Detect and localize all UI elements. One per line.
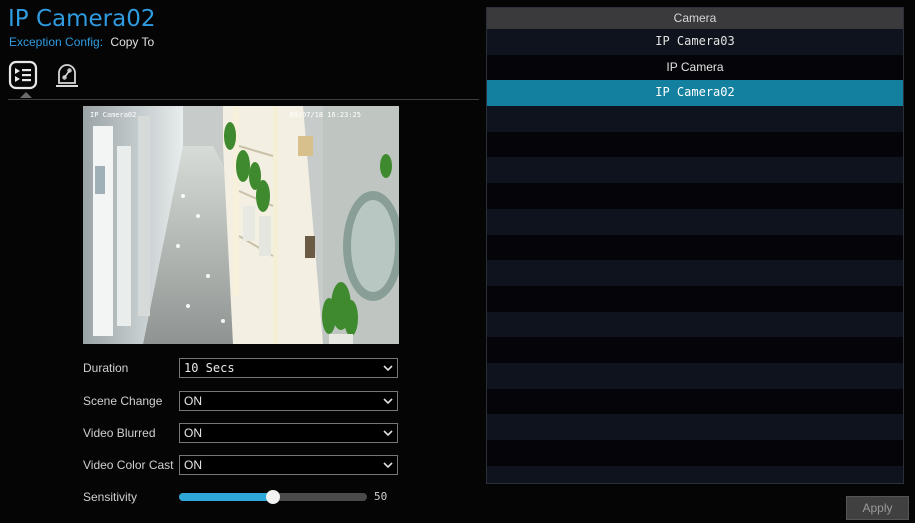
empty-row xyxy=(487,312,903,338)
empty-row xyxy=(487,183,903,209)
empty-row xyxy=(487,131,903,158)
scene-change-row: Scene Change ON xyxy=(83,391,398,411)
tab-divider xyxy=(8,99,479,100)
video-color-cast-label: Video Color Cast xyxy=(83,458,174,472)
video-blurred-row: Video Blurred ON xyxy=(83,423,398,443)
duration-select[interactable]: 10 Secs xyxy=(179,358,398,378)
empty-row xyxy=(487,234,903,261)
empty-row xyxy=(487,285,903,312)
camera-list-item-selected[interactable]: IP Camera02 xyxy=(487,80,903,107)
duration-row: Duration 10 Secs xyxy=(83,358,398,378)
chevron-down-icon xyxy=(383,365,393,371)
video-blurred-label: Video Blurred xyxy=(83,426,156,440)
slider-handle[interactable] xyxy=(266,490,280,504)
osd-camera-name: IP Camera02 xyxy=(90,111,137,119)
chevron-down-icon xyxy=(383,462,393,468)
page-title: IP Camera02 xyxy=(8,6,156,32)
empty-row xyxy=(487,106,903,132)
empty-row xyxy=(487,414,903,440)
camera-list-header: Camera xyxy=(487,8,903,29)
empty-row xyxy=(487,337,903,363)
empty-row xyxy=(487,260,903,286)
video-blurred-value: ON xyxy=(184,426,202,440)
duration-value: 10 Secs xyxy=(184,361,235,375)
alarm-siren-icon xyxy=(56,64,78,87)
empty-row xyxy=(487,157,903,183)
config-tabs xyxy=(8,60,82,98)
chevron-down-icon xyxy=(383,430,393,436)
list-icon xyxy=(8,60,38,90)
sensitivity-label: Sensitivity xyxy=(83,490,138,504)
osd-timestamp: 09/07/18 16:23:25 xyxy=(289,111,361,119)
video-color-cast-row: Video Color Cast ON xyxy=(83,455,398,475)
apply-button[interactable]: Apply xyxy=(846,496,909,520)
camera-preview: IP Camera02 09/07/18 16:23:25 xyxy=(83,106,399,344)
empty-row xyxy=(487,363,903,389)
video-color-cast-select[interactable]: ON xyxy=(179,455,398,475)
video-color-cast-value: ON xyxy=(184,458,202,472)
camera-list-item[interactable]: IP Camera03 xyxy=(487,29,903,55)
empty-row xyxy=(487,388,903,415)
sensitivity-value: 50 xyxy=(374,490,388,503)
scene-change-select[interactable]: ON xyxy=(179,391,398,411)
copy-to-link[interactable]: Copy To xyxy=(110,35,154,49)
tab-alarm[interactable] xyxy=(52,60,82,92)
exception-config-label: Exception Config: xyxy=(9,35,104,49)
sensitivity-row: Sensitivity xyxy=(83,487,179,507)
scene-change-label: Scene Change xyxy=(83,394,163,408)
chevron-down-icon xyxy=(383,398,393,404)
corridor-video-frame xyxy=(83,106,399,344)
slider-fill xyxy=(179,493,273,501)
config-breadcrumb: Exception Config: Copy To xyxy=(9,35,154,49)
empty-row xyxy=(487,466,903,483)
empty-row xyxy=(487,209,903,235)
empty-row xyxy=(487,440,903,466)
camera-list: Camera IP Camera03 IP Camera IP Camera02 xyxy=(486,7,904,484)
video-blurred-select[interactable]: ON xyxy=(179,423,398,443)
camera-list-item[interactable]: IP Camera xyxy=(487,54,903,81)
tab-exception-config[interactable] xyxy=(8,60,38,98)
duration-label: Duration xyxy=(83,361,129,375)
sensitivity-slider[interactable] xyxy=(179,490,367,504)
scene-change-value: ON xyxy=(184,394,202,408)
